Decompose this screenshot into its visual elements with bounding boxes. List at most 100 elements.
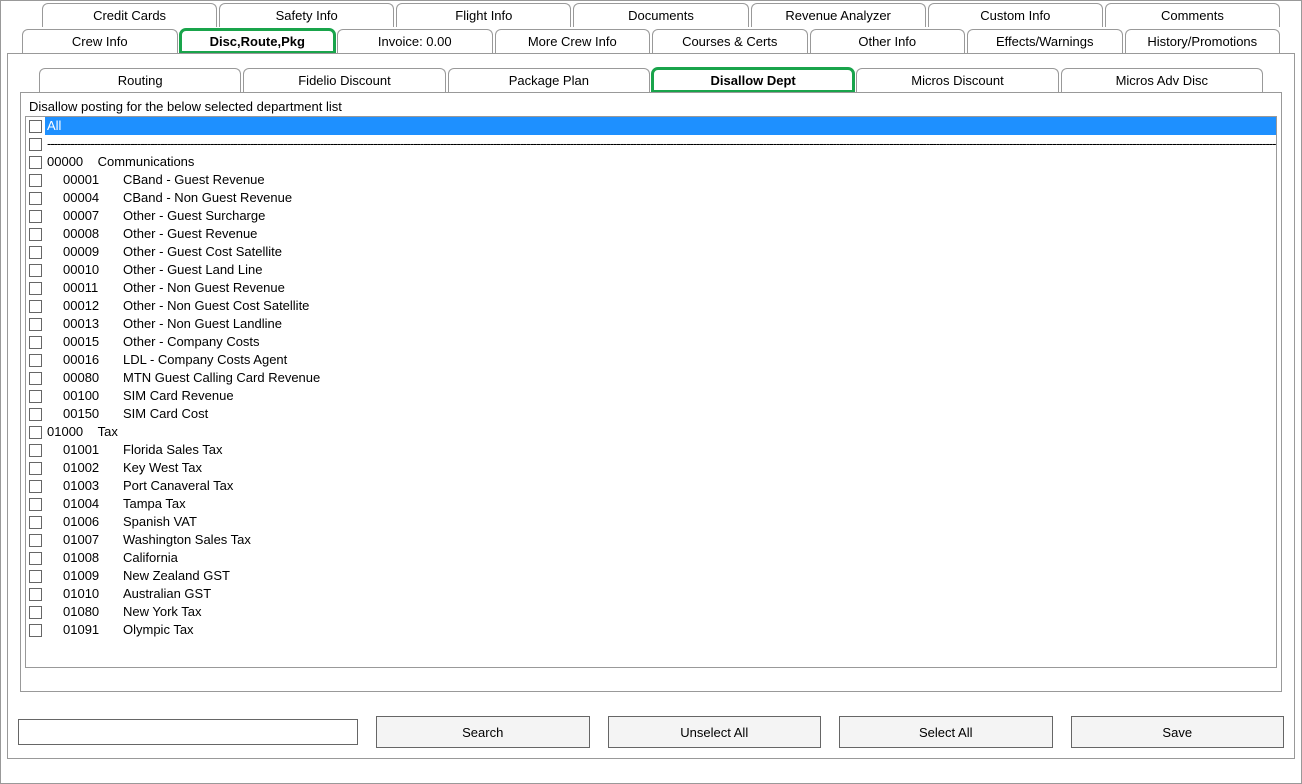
list-item[interactable]: 00016LDL - Company Costs Agent xyxy=(26,351,1276,369)
checkbox[interactable] xyxy=(29,390,42,403)
checkbox[interactable] xyxy=(29,354,42,367)
checkbox[interactable] xyxy=(29,552,42,565)
tab-invoice-0-00[interactable]: Invoice: 0.00 xyxy=(337,29,493,53)
subtab-micros-discount[interactable]: Micros Discount xyxy=(856,68,1058,92)
tab-disc-route-pkg[interactable]: Disc,Route,Pkg xyxy=(180,29,336,53)
tab-other-info[interactable]: Other Info xyxy=(810,29,966,53)
tab-crew-info[interactable]: Crew Info xyxy=(22,29,178,53)
checkbox[interactable] xyxy=(29,408,42,421)
checkbox[interactable] xyxy=(29,264,42,277)
checkbox[interactable] xyxy=(29,300,42,313)
list-item[interactable]: 01009New Zealand GST xyxy=(26,567,1276,585)
list-item[interactable]: 01091Olympic Tax xyxy=(26,621,1276,639)
item-name: Other - Non Guest Revenue xyxy=(123,279,285,297)
checkbox[interactable] xyxy=(29,534,42,547)
checkbox[interactable] xyxy=(29,156,42,169)
list-category[interactable]: 00000 Communications xyxy=(26,153,1276,171)
checkbox[interactable] xyxy=(29,606,42,619)
checkbox[interactable] xyxy=(29,444,42,457)
checkbox[interactable] xyxy=(29,336,42,349)
checkbox[interactable] xyxy=(29,462,42,475)
checkbox[interactable] xyxy=(29,318,42,331)
list-item[interactable]: 01006Spanish VAT xyxy=(26,513,1276,531)
checkbox[interactable] xyxy=(29,426,42,439)
checkbox[interactable] xyxy=(29,624,42,637)
list-item[interactable]: 00012Other - Non Guest Cost Satellite xyxy=(26,297,1276,315)
list-item[interactable]: 00004CBand - Non Guest Revenue xyxy=(26,189,1276,207)
item-code: 00100 xyxy=(63,387,123,405)
list-item[interactable]: 00011Other - Non Guest Revenue xyxy=(26,279,1276,297)
list-category[interactable]: 01000 Tax xyxy=(26,423,1276,441)
item-name: Key West Tax xyxy=(123,459,202,477)
item-code: 01007 xyxy=(63,531,123,549)
list-item[interactable]: 01008California xyxy=(26,549,1276,567)
checkbox[interactable] xyxy=(29,282,42,295)
list-item[interactable]: 00009Other - Guest Cost Satellite xyxy=(26,243,1276,261)
search-button[interactable]: Search xyxy=(376,716,590,748)
list-item[interactable]: 01003Port Canaveral Tax xyxy=(26,477,1276,495)
checkbox[interactable] xyxy=(29,480,42,493)
list-item[interactable]: 00080MTN Guest Calling Card Revenue xyxy=(26,369,1276,387)
checkbox[interactable] xyxy=(29,570,42,583)
list-item[interactable]: 01007Washington Sales Tax xyxy=(26,531,1276,549)
checkbox[interactable] xyxy=(29,372,42,385)
subtab-micros-adv-disc[interactable]: Micros Adv Disc xyxy=(1061,68,1263,92)
tab-safety-info[interactable]: Safety Info xyxy=(219,3,394,27)
tab-comments[interactable]: Comments xyxy=(1105,3,1280,27)
tab-courses-certs[interactable]: Courses & Certs xyxy=(652,29,808,53)
subtab-disallow-dept[interactable]: Disallow Dept xyxy=(652,68,854,92)
list-item[interactable]: 01004Tampa Tax xyxy=(26,495,1276,513)
list-item[interactable]: 00008Other - Guest Revenue xyxy=(26,225,1276,243)
department-list[interactable]: All ------------------------------------… xyxy=(25,116,1277,668)
all-label[interactable]: All xyxy=(45,117,1276,135)
list-row-all[interactable]: All xyxy=(26,117,1276,135)
item-name: Florida Sales Tax xyxy=(123,441,222,459)
checkbox-all[interactable] xyxy=(29,120,42,133)
checkbox[interactable] xyxy=(29,174,42,187)
item-name: SIM Card Revenue xyxy=(123,387,234,405)
tab-custom-info[interactable]: Custom Info xyxy=(928,3,1103,27)
checkbox[interactable] xyxy=(29,210,42,223)
list-item[interactable]: 01080New York Tax xyxy=(26,603,1276,621)
checkbox[interactable] xyxy=(29,588,42,601)
list-item[interactable]: 00001CBand - Guest Revenue xyxy=(26,171,1276,189)
item-code: 01002 xyxy=(63,459,123,477)
tab-effects-warnings[interactable]: Effects/Warnings xyxy=(967,29,1123,53)
list-item[interactable]: 00010Other - Guest Land Line xyxy=(26,261,1276,279)
item-name: MTN Guest Calling Card Revenue xyxy=(123,369,320,387)
tab-more-crew-info[interactable]: More Crew Info xyxy=(495,29,651,53)
list-item[interactable]: 01010Australian GST xyxy=(26,585,1276,603)
save-button[interactable]: Save xyxy=(1071,716,1285,748)
search-input[interactable] xyxy=(18,719,358,745)
item-name: Other - Company Costs xyxy=(123,333,260,351)
subtab-package-plan[interactable]: Package Plan xyxy=(448,68,650,92)
unselect-all-button[interactable]: Unselect All xyxy=(608,716,822,748)
select-all-button[interactable]: Select All xyxy=(839,716,1053,748)
item-code: 00001 xyxy=(63,171,123,189)
list-item[interactable]: 00150SIM Card Cost xyxy=(26,405,1276,423)
checkbox[interactable] xyxy=(29,228,42,241)
tab-documents[interactable]: Documents xyxy=(573,3,748,27)
list-item[interactable]: 00015Other - Company Costs xyxy=(26,333,1276,351)
list-item[interactable]: 00013Other - Non Guest Landline xyxy=(26,315,1276,333)
tab-revenue-analyzer[interactable]: Revenue Analyzer xyxy=(751,3,926,27)
list-item[interactable]: 00007Other - Guest Surcharge xyxy=(26,207,1276,225)
tab-history-promotions[interactable]: History/Promotions xyxy=(1125,29,1281,53)
item-name: Spanish VAT xyxy=(123,513,197,531)
checkbox[interactable] xyxy=(29,192,42,205)
checkbox[interactable] xyxy=(29,498,42,511)
checkbox[interactable] xyxy=(29,516,42,529)
list-item[interactable]: 01001Florida Sales Tax xyxy=(26,441,1276,459)
tab-flight-info[interactable]: Flight Info xyxy=(396,3,571,27)
tab-credit-cards[interactable]: Credit Cards xyxy=(42,3,217,27)
item-code: 01008 xyxy=(63,549,123,567)
list-item[interactable]: 01002Key West Tax xyxy=(26,459,1276,477)
item-name: Olympic Tax xyxy=(123,621,194,639)
checkbox[interactable] xyxy=(29,246,42,259)
list-item[interactable]: 00100SIM Card Revenue xyxy=(26,387,1276,405)
checkbox-separator[interactable] xyxy=(29,138,42,151)
item-name: Other - Guest Surcharge xyxy=(123,207,265,225)
main-panel: RoutingFidelio DiscountPackage PlanDisal… xyxy=(7,53,1295,759)
subtab-routing[interactable]: Routing xyxy=(39,68,241,92)
subtab-fidelio-discount[interactable]: Fidelio Discount xyxy=(243,68,445,92)
